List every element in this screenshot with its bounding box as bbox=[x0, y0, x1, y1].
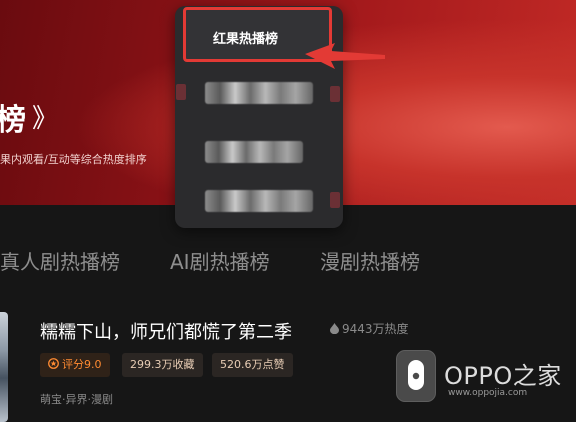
dropdown-edge-marker bbox=[176, 84, 186, 100]
show-title[interactable]: 糯糯下山，师兄们都慌了第二季 bbox=[40, 318, 292, 344]
score-badge: 评分9.0 bbox=[40, 353, 110, 377]
hero-title: 榜 bbox=[0, 103, 26, 138]
show-heat: 9443万热度 bbox=[330, 320, 409, 337]
tab-comic-drama[interactable]: 漫剧热播榜 bbox=[320, 246, 420, 275]
show-heat-value: 9443万热度 bbox=[342, 322, 409, 336]
favorites-badge: 299.3万收藏 bbox=[122, 353, 203, 377]
likes-badge: 520.6万点赞 bbox=[212, 353, 293, 377]
tab-live-action[interactable]: 真人剧热播榜 bbox=[0, 246, 120, 275]
flame-icon bbox=[330, 323, 339, 335]
tab-ai-drama[interactable]: AI剧热播榜 bbox=[170, 246, 270, 275]
annotation-arrow-icon bbox=[305, 43, 385, 69]
watermark-url: www.oppojia.com bbox=[448, 388, 528, 398]
watermark-logo-icon bbox=[396, 350, 436, 402]
dropdown-option-blurred[interactable] bbox=[205, 82, 313, 104]
dropdown-edge-marker bbox=[330, 192, 340, 208]
score-icon bbox=[48, 358, 59, 369]
dropdown-edge-marker bbox=[330, 86, 340, 102]
dropdown-option-blurred[interactable] bbox=[205, 141, 303, 163]
watermark-name: OPPO之家 bbox=[444, 362, 562, 390]
show-genres: 萌宝·异界·漫剧 bbox=[40, 393, 113, 406]
score-text: 评分9.0 bbox=[62, 358, 102, 371]
show-poster[interactable] bbox=[0, 312, 8, 422]
dropdown-selected-label: 红果热播榜 bbox=[213, 32, 279, 47]
ranking-tabs: 真人剧热播榜 AI剧热播榜 漫剧热播榜 bbox=[0, 246, 576, 276]
dropdown-option-blurred[interactable] bbox=[205, 190, 313, 212]
hero-decoration-icon: 》 bbox=[32, 104, 59, 134]
hero-subtitle: 果内观看/互动等综合热度排序 bbox=[0, 153, 147, 166]
